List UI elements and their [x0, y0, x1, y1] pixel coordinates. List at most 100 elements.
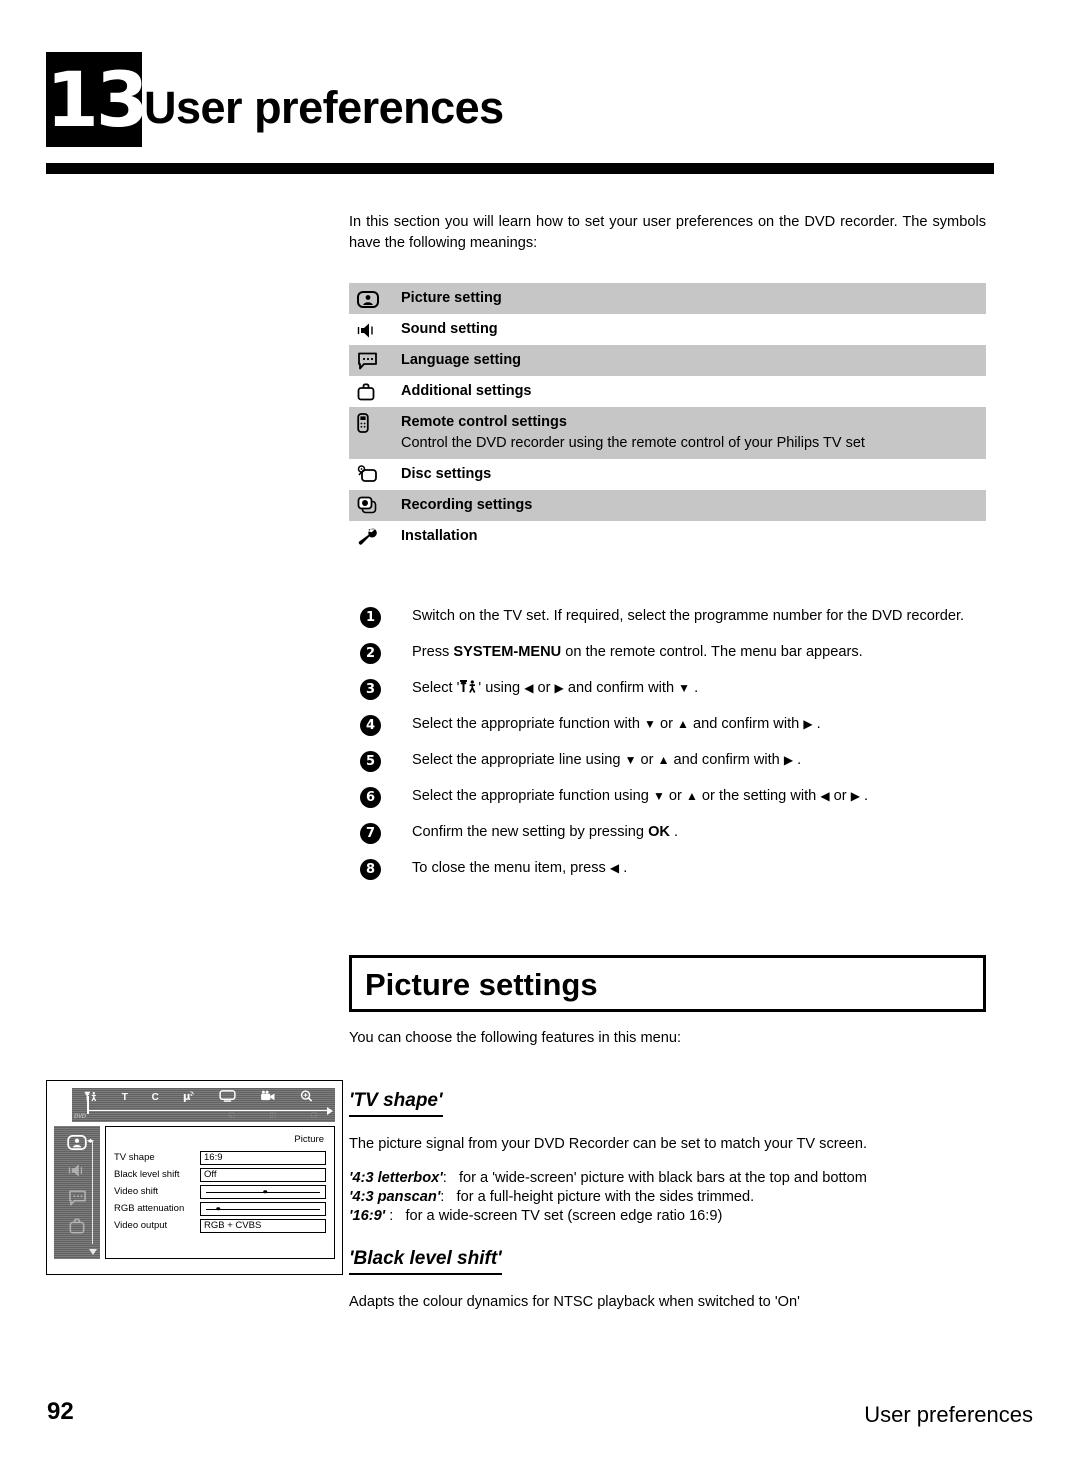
- sub-icon-3: ◲: [310, 1111, 318, 1119]
- screen-menu-icon[interactable]: [219, 1090, 237, 1105]
- user-preferences-glyph-icon: [459, 680, 478, 696]
- tv-lower-area: ◂▸ Picture TV shape 16:9 Black level shi…: [54, 1126, 335, 1259]
- setting-row-tv-shape[interactable]: TV shape 16:9: [114, 1150, 326, 1165]
- disc-settings-icon: [349, 464, 401, 486]
- setting-value[interactable]: RGB + CVBS: [200, 1218, 326, 1233]
- timer-menu-icon[interactable]: T: [122, 1092, 128, 1103]
- sidebar-down-arrow-icon[interactable]: [88, 1249, 97, 1255]
- setting-label: Video output: [114, 1220, 168, 1231]
- audio-menu-icon[interactable]: µ: [183, 1090, 196, 1105]
- list-item: '4:3 letterbox': for a 'wide-screen' pic…: [349, 1169, 986, 1188]
- table-row: Disc settings: [349, 459, 986, 490]
- setting-row-video-output[interactable]: Video output RGB + CVBS: [114, 1218, 326, 1233]
- table-row: Recording settings: [349, 489, 986, 521]
- step-number: 1: [360, 607, 381, 628]
- table-cell: Recording settings: [401, 495, 986, 516]
- step5-prefix: Select the appropriate line using: [412, 752, 621, 768]
- sidebar-item-sound[interactable]: [64, 1160, 90, 1180]
- table-cell: Disc settings: [401, 464, 986, 485]
- up-arrow-icon: ▲: [685, 789, 698, 803]
- step-text: To close the menu item, press ◀ .: [412, 857, 990, 879]
- sidebar-item-additional[interactable]: [64, 1216, 90, 1236]
- tv-menu-bar: T C µ ◱ ◫ ◲ DVD: [72, 1088, 335, 1122]
- step-number: 4: [360, 715, 381, 736]
- sub-icon-1: ◱: [228, 1111, 235, 1119]
- option-key: '16:9': [349, 1208, 386, 1224]
- setting-label: TV shape: [114, 1152, 155, 1163]
- remote-control-icon: [349, 412, 401, 434]
- step6-mid: or the setting with: [701, 788, 817, 804]
- option-sep: :: [442, 1170, 447, 1186]
- list-item: 3 Select ' ' using ◀ or ▶ and confirm wit…: [360, 677, 990, 700]
- user-preferences-menu-icon[interactable]: [84, 1090, 98, 1106]
- step-number: 2: [360, 643, 381, 664]
- option-desc: for a 'wide-screen' picture with black b…: [458, 1170, 867, 1186]
- setting-row-black-level-shift[interactable]: Black level shift Off: [114, 1167, 326, 1182]
- step6-prefix: Select the appropriate function using: [412, 788, 649, 804]
- chapter-number-badge: 13: [46, 52, 149, 147]
- step-text: Switch on the TV set. If required, selec…: [412, 608, 965, 624]
- language-setting-icon: [349, 350, 401, 372]
- up-arrow-icon: ▲: [657, 753, 670, 767]
- list-item: 4 Select the appropriate function with ▼…: [360, 713, 990, 736]
- row-label: Sound setting: [401, 321, 498, 337]
- step3-end: .: [694, 680, 699, 696]
- table-cell: Picture setting: [401, 288, 986, 309]
- zoom-menu-icon[interactable]: [300, 1090, 313, 1105]
- step4-end: .: [816, 716, 821, 732]
- table-row: Installation: [349, 521, 986, 552]
- list-item: 8 To close the menu item, press ◀ .: [360, 857, 990, 880]
- step6-or2: or: [833, 788, 847, 804]
- feature-black-level-shift: 'Black level shift' Adapts the colour dy…: [349, 1248, 986, 1313]
- step7-prefix: Confirm the new setting by pressing: [412, 824, 644, 840]
- setting-label: Video shift: [114, 1186, 159, 1197]
- sub-icon-2: ◫: [269, 1111, 277, 1119]
- symbol-table: Picture setting Sound setting Language s…: [349, 283, 986, 552]
- step-text: Select the appropriate function with ▼ o…: [412, 713, 990, 735]
- list-item: '16:9' : for a wide-screen TV set (scree…: [349, 1207, 986, 1226]
- ok-key: OK: [648, 824, 670, 840]
- left-arrow-icon: ◀: [609, 861, 620, 875]
- list-item: 7 Confirm the new setting by pressing OK…: [360, 821, 990, 844]
- setting-slider[interactable]: [200, 1201, 326, 1216]
- left-arrow-icon: ◀: [820, 789, 830, 803]
- sidebar-scroll-line[interactable]: [91, 1140, 93, 1244]
- setting-value[interactable]: 16:9: [200, 1150, 326, 1165]
- step-text: Select the appropriate line using ▼ or ▲…: [412, 749, 990, 771]
- table-cell: Additional settings: [401, 381, 986, 402]
- sidebar-item-language[interactable]: [64, 1188, 90, 1208]
- step3-prefix: Select ': [412, 680, 460, 696]
- setting-value[interactable]: Off: [200, 1167, 326, 1182]
- setting-row-rgb-attenuation[interactable]: RGB attenuation: [114, 1201, 326, 1216]
- step3-confirm: and confirm with: [567, 680, 675, 696]
- row-label: Remote control settings: [401, 414, 567, 430]
- step8-prefix: To close the menu item, press: [412, 860, 606, 876]
- step3-or: or: [537, 680, 551, 696]
- camera-menu-icon[interactable]: [260, 1090, 276, 1105]
- step6-end: .: [864, 788, 869, 804]
- slider-knob[interactable]: [263, 1189, 268, 1194]
- slider-knob[interactable]: [216, 1206, 221, 1211]
- step3-mid: ' using: [478, 680, 521, 696]
- down-arrow-icon: ▼: [624, 753, 637, 767]
- section-intro: You can choose the following features in…: [349, 1030, 682, 1046]
- menu-bar-icon-row: T C µ: [72, 1088, 325, 1107]
- channel-menu-icon[interactable]: C: [152, 1092, 159, 1103]
- row-label: Disc settings: [401, 465, 492, 482]
- setting-row-video-shift[interactable]: Video shift: [114, 1184, 326, 1199]
- step-text: Confirm the new setting by pressing OK .: [412, 821, 990, 843]
- list-item: 5 Select the appropriate line using ▼ or…: [360, 749, 990, 772]
- right-arrow-icon: ▶: [850, 789, 860, 803]
- feature-body: Adapts the colour dynamics for NTSC play…: [349, 1294, 800, 1310]
- option-sep: :: [385, 1208, 394, 1224]
- tv-settings-panel: Picture TV shape 16:9 Black level shift …: [105, 1126, 335, 1259]
- table-row: Language setting: [349, 345, 986, 376]
- table-row: Remote control settings Control the DVD …: [349, 407, 986, 459]
- setting-slider[interactable]: [200, 1184, 326, 1199]
- step-number: 5: [360, 751, 381, 772]
- dvd-logo: DVD: [74, 1114, 86, 1120]
- step8-end: .: [623, 860, 628, 876]
- step2-prefix: Press: [412, 644, 450, 660]
- left-arrow-icon: ◀: [524, 681, 534, 695]
- svg-text:µ: µ: [183, 1092, 191, 1102]
